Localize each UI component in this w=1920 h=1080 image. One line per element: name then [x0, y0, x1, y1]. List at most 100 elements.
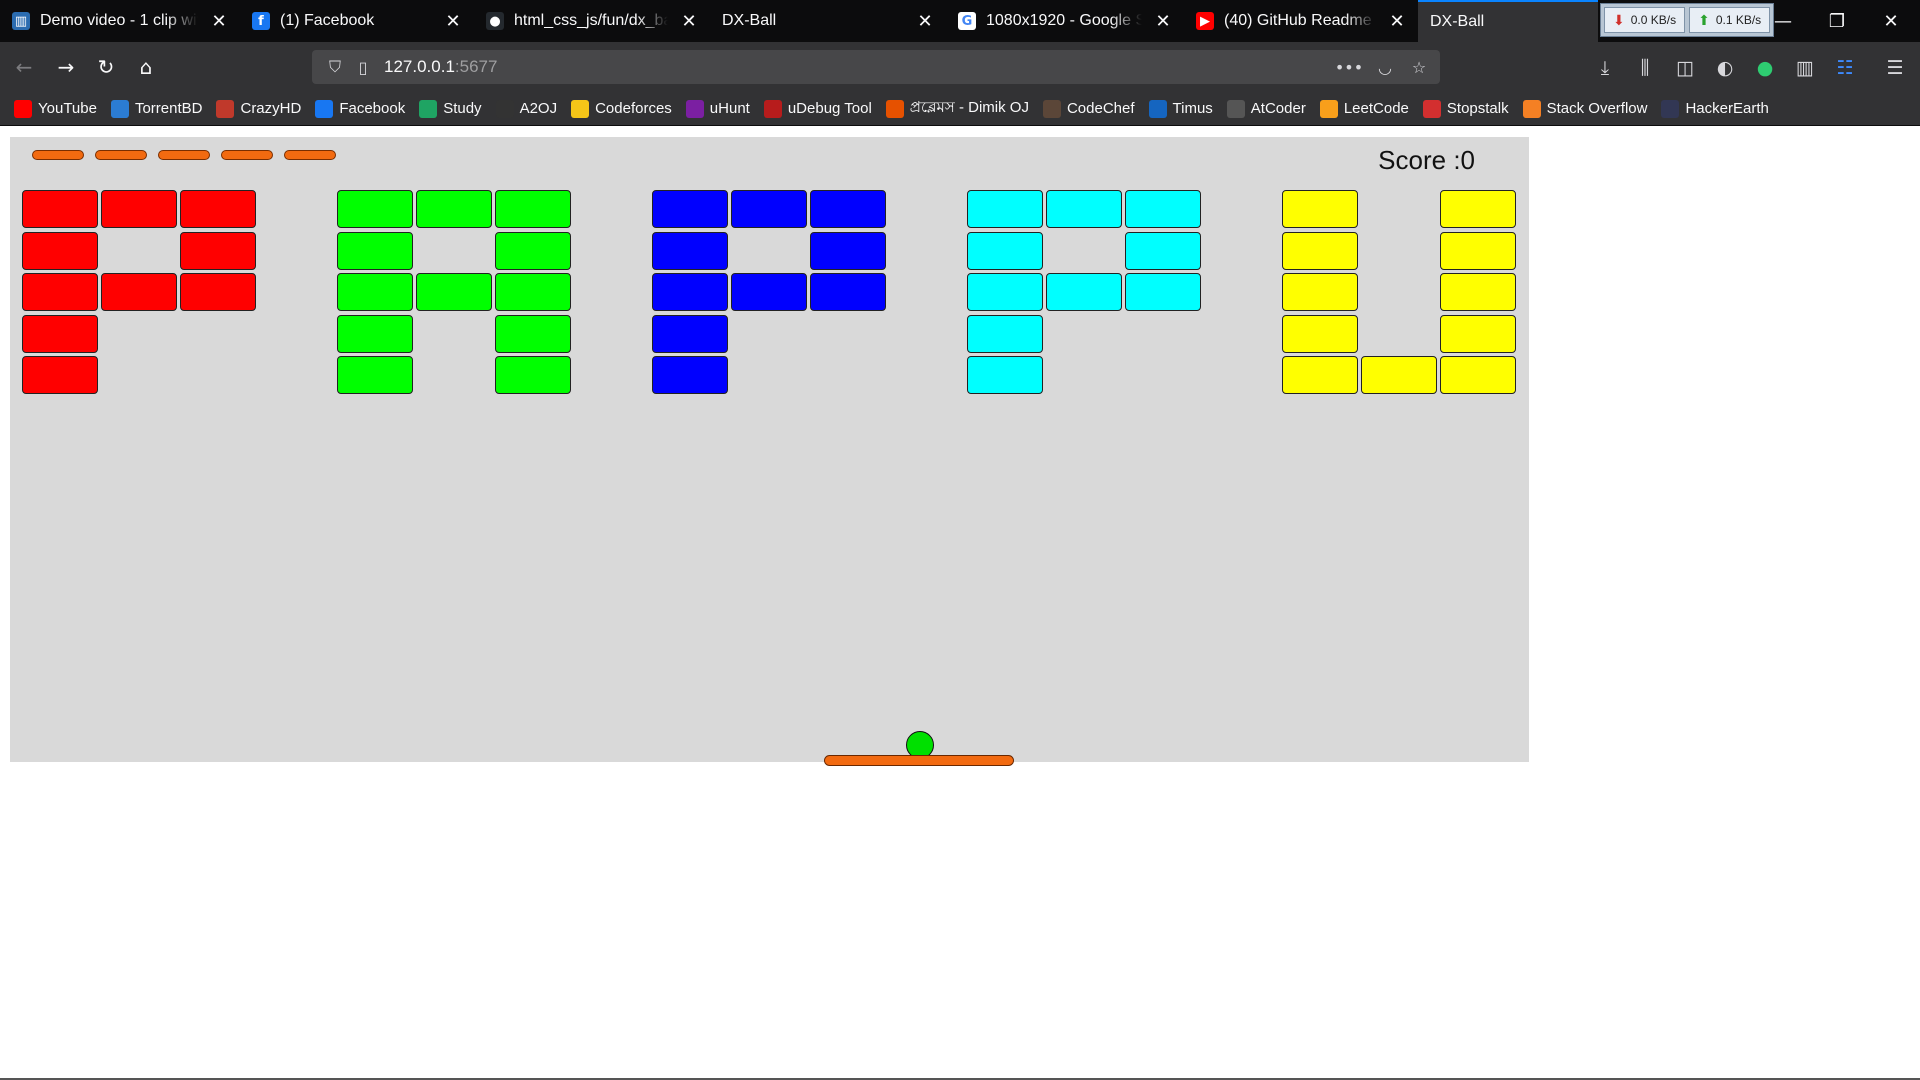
bookmark-item[interactable]: CrazyHD — [216, 99, 301, 118]
tab-1[interactable]: ▥ Demo video - 1 clip with ✕ — [0, 0, 240, 42]
reload-button[interactable]: ↻ — [90, 51, 122, 83]
bookmark-label: CodeChef — [1066, 100, 1135, 117]
home-button[interactable]: ⌂ — [130, 51, 162, 83]
bookmark-label: Study — [443, 100, 482, 117]
home-icon: ⌂ — [139, 55, 153, 79]
brick — [1282, 190, 1358, 228]
brick — [180, 190, 256, 228]
tab-close-icon[interactable]: ✕ — [914, 10, 936, 32]
brick — [1282, 231, 1358, 270]
bookmark-item[interactable]: HackerEarth — [1661, 99, 1769, 118]
bookmark-item[interactable]: CodeChef — [1042, 99, 1135, 118]
tab-4[interactable]: DX-Ball ✕ — [710, 0, 946, 42]
pocket-icon[interactable]: ◡ — [1374, 56, 1396, 78]
reload-icon: ↻ — [97, 55, 115, 79]
tab-close-icon[interactable]: ✕ — [678, 10, 700, 32]
upload-arrow-icon: ⬆ — [1698, 11, 1710, 28]
score-display: Score :0 — [1378, 145, 1475, 175]
brick — [967, 356, 1043, 394]
brick — [1282, 356, 1358, 394]
brick — [1282, 273, 1358, 311]
extension-globe-icon[interactable]: ◐ — [1712, 55, 1738, 81]
crazyhd-icon — [216, 99, 235, 118]
bookmark-item[interactable]: uHunt — [685, 99, 750, 118]
tab-7[interactable]: DX-Ball — [1418, 0, 1598, 42]
extension-flag-icon[interactable]: ▥ — [1792, 55, 1818, 81]
github-icon: ● — [486, 12, 504, 30]
brick — [810, 231, 886, 270]
life-paddle-icon — [32, 150, 84, 160]
brick — [731, 190, 807, 228]
bookmark-item[interactable]: LeetCode — [1319, 99, 1409, 118]
bookmark-star-icon[interactable]: ☆ — [1408, 56, 1430, 78]
brick — [22, 314, 98, 353]
network-monitor: ⬇ 0.0 KB/s ⬆ 0.1 KB/s — [1600, 3, 1775, 37]
brick — [180, 231, 256, 270]
tab-close-icon[interactable]: ✕ — [1386, 10, 1408, 32]
bookmark-item[interactable]: Stack Overflow — [1522, 99, 1647, 118]
game-canvas[interactable]: Score :0 — [10, 137, 1529, 766]
drive-icon — [419, 99, 438, 118]
bookmark-item[interactable]: AtCoder — [1226, 99, 1306, 118]
grammarly-extension-icon[interactable]: ● — [1752, 55, 1778, 81]
page-info-icon[interactable]: ▯ — [352, 56, 374, 78]
leetcode-icon — [1319, 99, 1338, 118]
bookmark-item[interactable]: YouTube — [14, 99, 97, 118]
url-text[interactable]: 127.0.0.1:5677 — [384, 57, 497, 77]
brick — [337, 314, 413, 353]
bookmark-label: Facebook — [339, 100, 406, 117]
brick — [416, 190, 492, 228]
brick — [495, 356, 571, 394]
brick — [1282, 314, 1358, 353]
extension-list-icon[interactable]: ☷ — [1832, 55, 1858, 81]
page-actions-icon[interactable]: ••• — [1335, 56, 1363, 78]
brick — [1046, 273, 1122, 311]
menu-icon[interactable]: ☰ — [1882, 55, 1908, 81]
bookmark-item[interactable]: A2OJ — [495, 99, 557, 118]
bookmark-item[interactable]: Facebook — [315, 99, 406, 118]
bookmark-item[interactable]: TorrentBD — [110, 99, 203, 118]
brick — [101, 273, 177, 311]
tab-5[interactable]: G 1080x1920 - Google Search ✕ — [946, 0, 1184, 42]
tab-close-icon[interactable]: ✕ — [208, 10, 230, 32]
brick — [1125, 231, 1201, 270]
brick — [1440, 356, 1516, 394]
tab-2[interactable]: f (1) Facebook ✕ — [240, 0, 474, 42]
life-paddle-icon — [221, 150, 273, 160]
bookmark-item[interactable]: Codeforces — [571, 99, 672, 118]
brick — [495, 273, 571, 311]
codeforces-icon — [571, 99, 590, 118]
tab-title: (40) GitHub Readme Imag — [1224, 12, 1376, 29]
brick — [1440, 314, 1516, 353]
shield-icon[interactable]: ⛉ — [324, 56, 346, 78]
paddle[interactable] — [824, 755, 1014, 766]
minimize-button[interactable]: — — [1756, 0, 1810, 42]
tab-3[interactable]: ● html_css_js/fun/dx_ball at ✕ — [474, 0, 710, 42]
tab-close-icon[interactable]: ✕ — [1152, 10, 1174, 32]
restore-button[interactable]: ❐ — [1810, 0, 1864, 42]
brick — [180, 273, 256, 311]
address-bar[interactable]: ⛉ ▯ 127.0.0.1:5677 ••• ◡ ☆ — [312, 50, 1440, 84]
dimik-icon — [885, 99, 904, 118]
downloads-icon[interactable]: ⤓ — [1592, 55, 1618, 81]
a2oj-icon — [495, 99, 514, 118]
forward-button[interactable]: → — [50, 51, 82, 83]
bookmark-item[interactable]: Study — [419, 99, 482, 118]
bookmark-item[interactable]: প্রব্লেমস - Dimik OJ — [885, 96, 1029, 121]
bookmark-label: TorrentBD — [134, 100, 203, 117]
brick — [1125, 190, 1201, 228]
bookmark-item[interactable]: uDebug Tool — [763, 99, 872, 118]
download-arrow-icon: ⬇ — [1613, 11, 1625, 28]
bookmark-item[interactable]: Stopstalk — [1422, 99, 1509, 118]
brick — [652, 356, 728, 394]
back-button[interactable]: ← — [8, 51, 40, 83]
life-paddle-icon — [284, 150, 336, 160]
brick — [1440, 190, 1516, 228]
tab-6[interactable]: ▶ (40) GitHub Readme Imag ✕ — [1184, 0, 1418, 42]
library-icon[interactable]: ⫼ — [1632, 55, 1658, 81]
bookmark-item[interactable]: Timus — [1148, 99, 1213, 118]
sidebar-icon[interactable]: ◫ — [1672, 55, 1698, 81]
hackerearth-icon — [1661, 99, 1680, 118]
close-window-button[interactable]: ✕ — [1864, 0, 1918, 42]
tab-close-icon[interactable]: ✕ — [442, 10, 464, 32]
